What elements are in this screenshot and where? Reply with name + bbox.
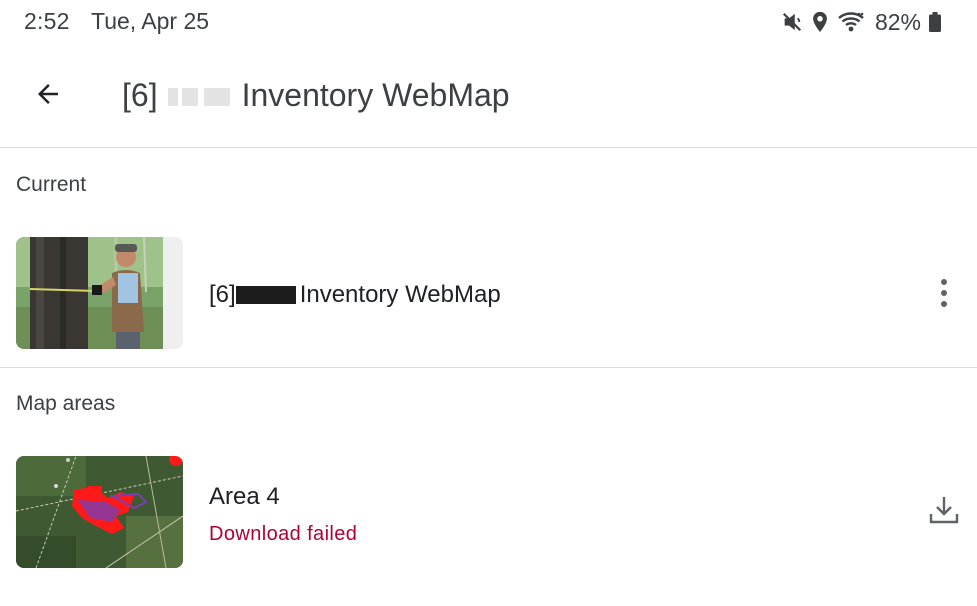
- title-suffix: Inventory WebMap: [241, 77, 510, 113]
- section-label-current: Current: [16, 173, 87, 196]
- battery-icon: [929, 12, 941, 32]
- status-time: 2:52: [24, 8, 70, 34]
- map-name-suffix: Inventory WebMap: [299, 281, 501, 308]
- arrow-back-icon: [33, 79, 63, 114]
- section-divider: [0, 367, 977, 368]
- map-area-thumbnail: [16, 456, 183, 568]
- status-date: Tue, Apr 25: [91, 8, 210, 34]
- vibrate-mute-icon: [781, 11, 803, 33]
- download-icon: [928, 495, 960, 530]
- current-map-thumbnail: [16, 237, 183, 349]
- redacted-text: [235, 286, 296, 304]
- download-button[interactable]: [922, 492, 966, 532]
- more-vert-icon: [941, 279, 947, 307]
- status-bar: 2:52 Tue, Apr 25 82%: [0, 0, 977, 44]
- more-options-button[interactable]: [924, 273, 964, 313]
- map-area-row[interactable]: Area 4 Download failed: [0, 456, 977, 568]
- redacted-text: [167, 85, 234, 107]
- current-map-name: [6] Inventory WebMap: [209, 281, 501, 309]
- app-bar: [6] Inventory WebMap: [0, 44, 977, 148]
- section-label-map-areas: Map areas: [16, 392, 116, 415]
- status-icons: 82%: [781, 8, 941, 36]
- back-button[interactable]: [22, 72, 74, 120]
- wifi-icon: [837, 11, 865, 33]
- map-area-name: Area 4: [209, 483, 280, 510]
- battery-percent: 82%: [874, 8, 921, 35]
- current-map-row[interactable]: [6] Inventory WebMap: [0, 237, 977, 349]
- title-prefix: [6]: [122, 77, 158, 113]
- page-title: [6] Inventory WebMap: [122, 77, 510, 114]
- map-area-status: Download failed: [209, 523, 358, 545]
- map-name-prefix: [6]: [209, 281, 236, 308]
- location-icon: [811, 11, 829, 33]
